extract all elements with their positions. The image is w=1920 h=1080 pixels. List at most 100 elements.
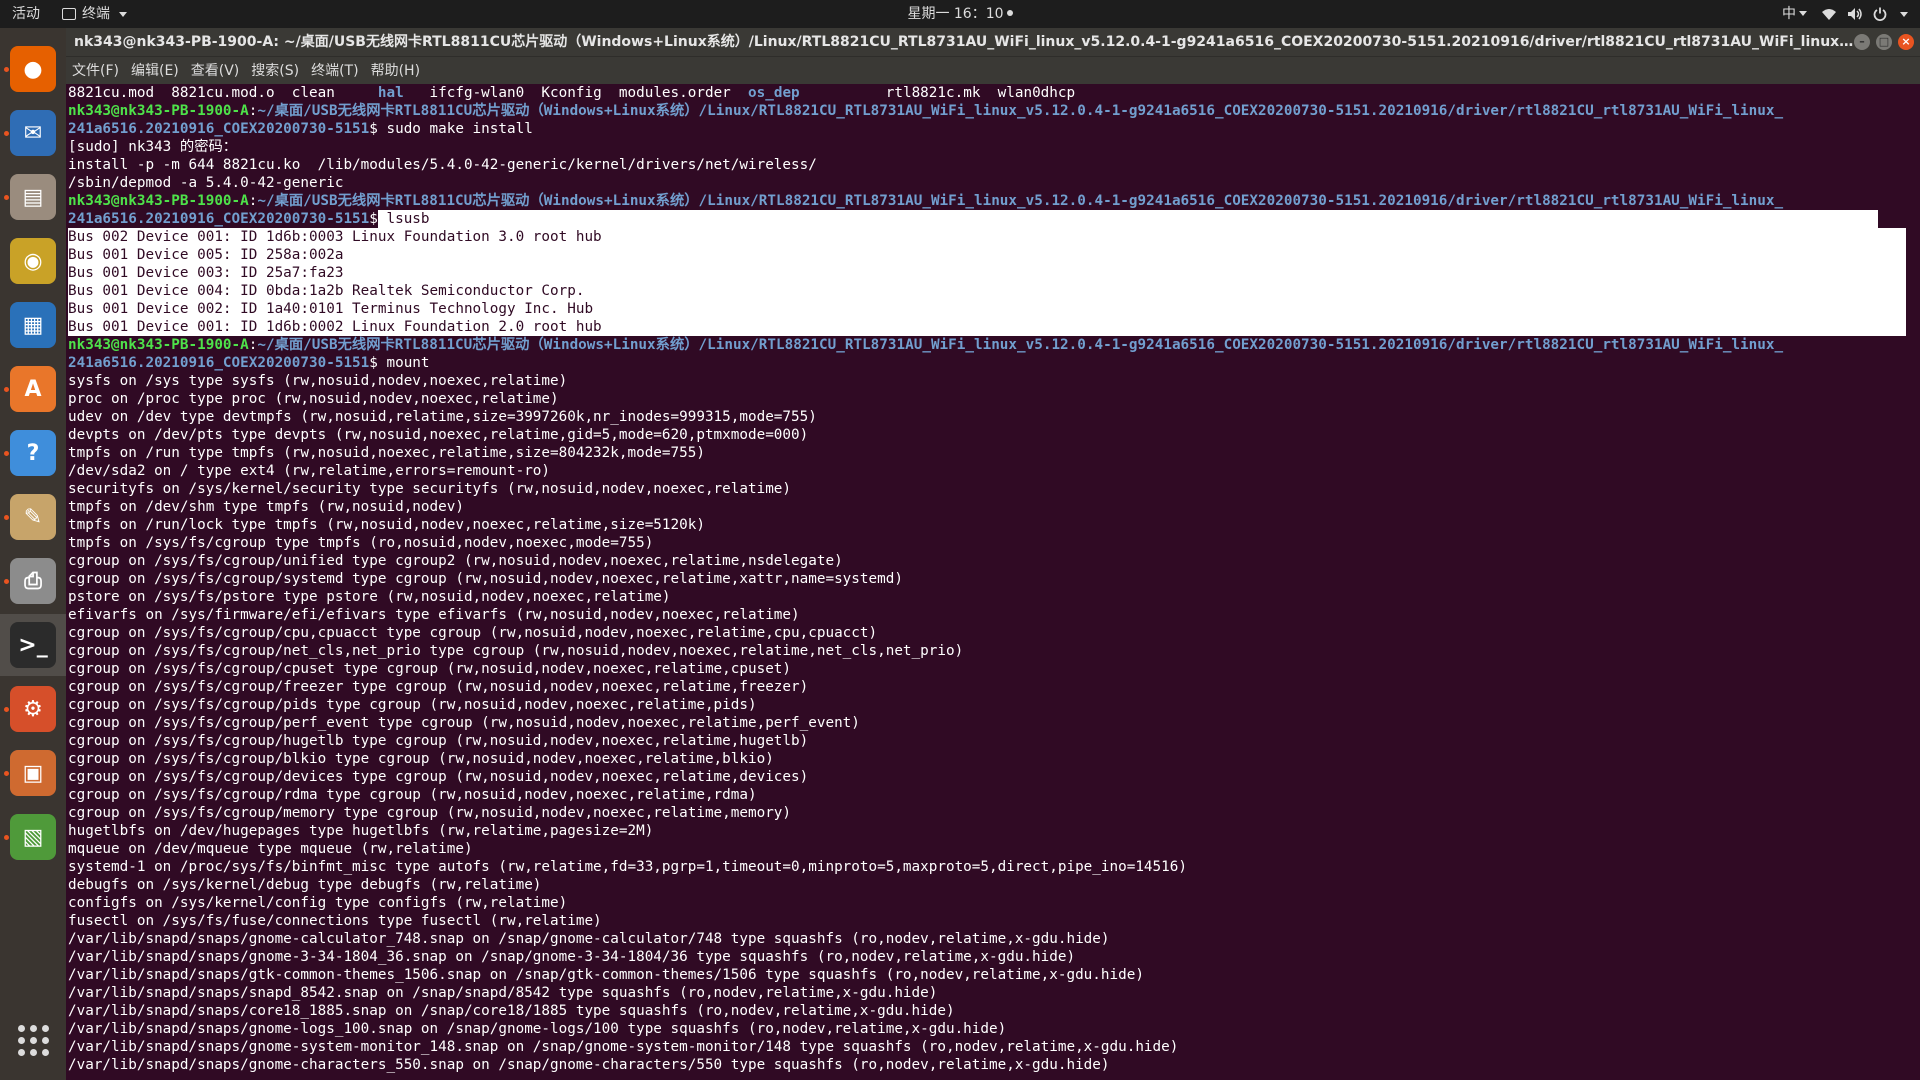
command-text: lsusb [377, 210, 1878, 228]
terminal-line: install -p -m 644 8821cu.ko /lib/modules… [68, 156, 1920, 174]
output-text: cgroup on /sys/fs/cgroup/net_cls,net_pri… [68, 643, 964, 659]
clock-button[interactable]: 星期一 16：10 [907, 6, 1013, 22]
menu-item-5[interactable]: 帮助(H) [371, 57, 420, 84]
firefox-icon: ● [10, 46, 56, 92]
dock-item-spreadsheet[interactable]: ▧ [0, 806, 66, 868]
terminal-line: mqueue on /dev/mqueue type mqueue (rw,re… [68, 840, 1920, 858]
minimize-button[interactable]: – [1854, 34, 1870, 50]
output-text: cgroup on /sys/fs/cgroup/systemd type cg… [68, 571, 903, 587]
app-menu-button[interactable]: 终端 [62, 0, 127, 28]
output-text: securityfs on /sys/kernel/security type … [68, 481, 792, 497]
terminal-line: 241a6516.20210916_COEX20200730-5151$ mou… [68, 354, 1920, 372]
terminal-line: /var/lib/snapd/snaps/gnome-calculator_74… [68, 930, 1920, 948]
output-text: cgroup on /sys/fs/cgroup/cpu,cpuacct typ… [68, 625, 878, 641]
terminal-line: cgroup on /sys/fs/cgroup/hugetlb type cg… [68, 732, 1920, 750]
spreadsheet-icon: ▧ [10, 814, 56, 860]
terminal-line: Bus 001 Device 004: ID 0bda:1a2b Realtek… [68, 282, 1906, 300]
prompt-path: 241a6516.20210916_COEX20200730-5151 [68, 355, 370, 371]
dock-item-settings[interactable]: ⚙ [0, 678, 66, 740]
terminal-line: Bus 002 Device 001: ID 1d6b:0003 Linux F… [68, 228, 1906, 246]
menu-item-2[interactable]: 查看(V) [191, 57, 240, 84]
terminal-line: /dev/sda2 on / type ext4 (rw,relatime,er… [68, 462, 1920, 480]
terminal-line: pstore on /sys/fs/pstore type pstore (rw… [68, 588, 1920, 606]
ls-dir: hal [377, 85, 404, 101]
output-text: proc on /proc type proc (rw,nosuid,nodev… [68, 391, 559, 407]
dock-item-printer[interactable]: ⎙ [0, 550, 66, 612]
terminal-line: Bus 001 Device 003: ID 25a7:fa23 [68, 264, 1906, 282]
terminal-line: cgroup on /sys/fs/cgroup/cpu,cpuacct typ… [68, 624, 1920, 642]
terminal-line: udev on /dev type devtmpfs (rw,nosuid,re… [68, 408, 1920, 426]
terminal-line: Bus 001 Device 001: ID 1d6b:0002 Linux F… [68, 318, 1906, 336]
clock-label: 星期一 16：10 [907, 6, 1004, 22]
terminal-line: tmpfs on /dev/shm type tmpfs (rw,nosuid,… [68, 498, 1920, 516]
output-text: tmpfs on /sys/fs/cgroup type tmpfs (ro,n… [68, 535, 654, 551]
ls-files: rtl8821c.mk wlan0dhcp [799, 85, 1076, 101]
terminal-line: proc on /proc type proc (rw,nosuid,nodev… [68, 390, 1920, 408]
writer-icon: ▦ [10, 302, 56, 348]
dock-item-thunderbird[interactable]: ✉ [0, 102, 66, 164]
ls-dir: os_dep [748, 85, 800, 101]
dock-item-software[interactable]: A [0, 358, 66, 420]
software-icon: A [10, 366, 56, 412]
archive-icon: ▣ [10, 750, 56, 796]
terminal-line: /var/lib/snapd/snaps/gtk-common-themes_1… [68, 966, 1920, 984]
dock-item-text-editor[interactable]: ✎ [0, 486, 66, 548]
menu-item-1[interactable]: 编辑(E) [131, 57, 179, 84]
prompt-user: nk343@nk343-PB-1900-A [68, 337, 249, 353]
terminal-line: /sbin/depmod -a 5.4.0-42-generic [68, 174, 1920, 192]
output-text: [sudo] nk343 的密码： [68, 139, 238, 155]
output-text: tmpfs on /dev/shm type tmpfs (rw,nosuid,… [68, 499, 464, 515]
terminal-line: /var/lib/snapd/snaps/snapd_8542.snap on … [68, 984, 1920, 1002]
terminal-line: cgroup on /sys/fs/cgroup/memory type cgr… [68, 804, 1920, 822]
menu-item-0[interactable]: 文件(F) [72, 57, 119, 84]
terminal-line: tmpfs on /run/lock type tmpfs (rw,nosuid… [68, 516, 1920, 534]
terminal-line: configfs on /sys/kernel/config type conf… [68, 894, 1920, 912]
terminal-line: cgroup on /sys/fs/cgroup/cpuset type cgr… [68, 660, 1920, 678]
settings-icon: ⚙ [10, 686, 56, 732]
prompt-path: ~/桌面/USB无线网卡RTL8811CU芯片驱动（Windows+Linux系… [257, 337, 1784, 353]
close-button[interactable]: × [1898, 34, 1914, 50]
terminal-output[interactable]: 8821cu.mod 8821cu.mod.o clean hal ifcfg-… [66, 84, 1920, 1080]
terminal-line: cgroup on /sys/fs/cgroup/net_cls,net_pri… [68, 642, 1920, 660]
terminal-line: systemd-1 on /proc/sys/fs/binfmt_misc ty… [68, 858, 1920, 876]
prompt-path: ~/桌面/USB无线网卡RTL8811CU芯片驱动（Windows+Linux系… [257, 103, 1784, 119]
maximize-button[interactable]: □ [1876, 34, 1892, 50]
output-text: cgroup on /sys/fs/cgroup/hugetlb type cg… [68, 733, 809, 749]
running-indicator [4, 451, 9, 456]
output-text: cgroup on /sys/fs/cgroup/cpuset type cgr… [68, 661, 792, 677]
running-indicator [4, 67, 9, 72]
activities-button[interactable]: 活动 [12, 0, 40, 28]
dock-item-rhythmbox[interactable]: ◉ [0, 230, 66, 292]
dock-item-archive[interactable]: ▣ [0, 742, 66, 804]
terminal-line: /var/lib/snapd/snaps/gnome-3-34-1804_36.… [68, 948, 1920, 966]
dock-item-files[interactable]: ▤ [0, 166, 66, 228]
show-applications-button[interactable] [0, 1012, 66, 1068]
window-titlebar[interactable]: nk343@nk343-PB-1900-A: ~/桌面/USB无线网卡RTL88… [66, 28, 1920, 56]
menu-item-4[interactable]: 终端(T) [311, 57, 358, 84]
dock-item-help[interactable]: ? [0, 422, 66, 484]
terminal-scrollbar[interactable] [1908, 84, 1920, 1080]
printer-icon: ⎙ [10, 558, 56, 604]
running-indicator [4, 195, 9, 200]
output-text: /dev/sda2 on / type ext4 (rw,relatime,er… [68, 463, 551, 479]
output-text: /var/lib/snapd/snaps/gnome-system-monito… [68, 1039, 1179, 1055]
dock-item-writer[interactable]: ▦ [0, 294, 66, 356]
menu-item-3[interactable]: 搜索(S) [251, 57, 299, 84]
command-text: mount [377, 355, 430, 371]
output-text: devpts on /dev/pts type devpts (rw,nosui… [68, 427, 809, 443]
output-text: Bus 001 Device 001: ID 1d6b:0002 Linux F… [68, 319, 602, 335]
thunderbird-icon: ✉ [10, 110, 56, 156]
dock-item-firefox[interactable]: ● [0, 38, 66, 100]
dock: ● ✉ ▤ ◉ ▦ A? ✎ ⎙ >_ ⚙ ▣ ▧ [0, 28, 66, 1080]
prompt-dollar: $ [369, 121, 378, 137]
terminal-line: tmpfs on /sys/fs/cgroup type tmpfs (ro,n… [68, 534, 1920, 552]
ls-files: ifcfg-wlan0 Kconfig modules.order [403, 85, 749, 101]
dock-item-terminal[interactable]: >_ [0, 614, 66, 676]
output-text: systemd-1 on /proc/sys/fs/binfmt_misc ty… [68, 859, 1187, 875]
output-text: /var/lib/snapd/snaps/gnome-logs_100.snap… [68, 1021, 1007, 1037]
system-menu-button[interactable] [1821, 7, 1908, 21]
terminal-line: Bus 001 Device 002: ID 1a40:0101 Terminu… [68, 300, 1906, 318]
prompt-path: 241a6516.20210916_COEX20200730-5151 [68, 211, 370, 227]
power-icon [1873, 7, 1887, 21]
input-method-button[interactable]: 中 [1782, 0, 1807, 28]
